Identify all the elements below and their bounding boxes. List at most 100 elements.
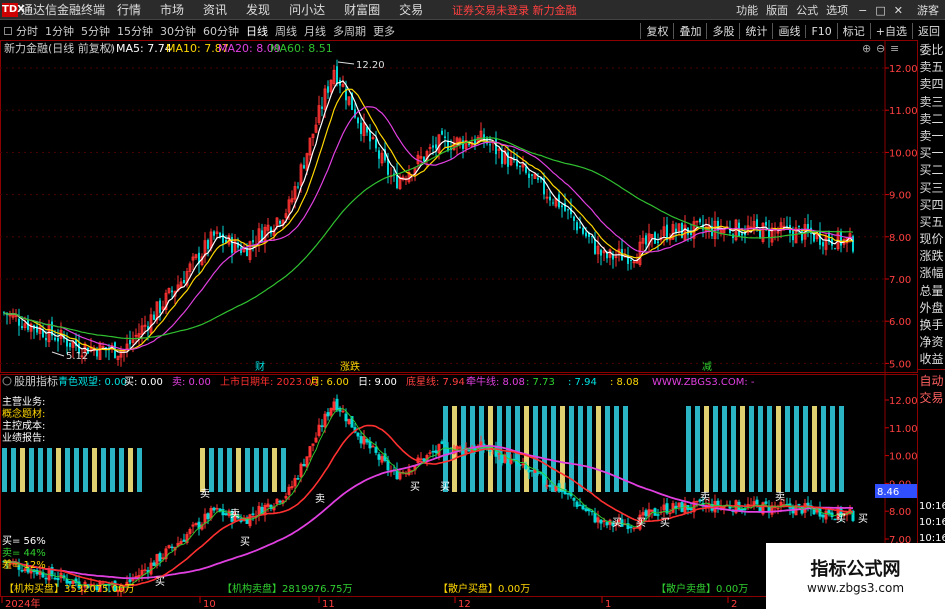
sidebar-item[interactable]: 涨幅 (918, 265, 945, 282)
ind-candle-body (248, 514, 252, 527)
ind-candle-body (206, 513, 210, 520)
candle-body (579, 226, 581, 229)
sidebar-item[interactable]: 卖三 (918, 94, 945, 111)
histogram-bar (74, 448, 79, 492)
candle-body (222, 233, 224, 243)
histogram-bar (227, 448, 232, 492)
candle-body (606, 253, 608, 259)
ind-candle-body (518, 464, 522, 467)
ind-candle-body (581, 505, 585, 510)
quote-sidebar: 委比 卖五 卖四 卖三 卖二 卖一 买一 买二 买三 买四 买五 现价 涨跌 涨幅 总量 外盘 换手 净资 收益自动… (918, 42, 945, 407)
y-tick-label: 9.00 (889, 191, 911, 202)
ind-candle-body (683, 503, 687, 514)
ind-candle-body (221, 509, 225, 516)
ind-candle-body (65, 578, 69, 584)
ind-candle-body (560, 490, 564, 493)
sidebar-item[interactable]: 委比 (918, 42, 945, 59)
candle-body (630, 260, 632, 262)
order-flow-label: 【机构卖盘】2819976.75万 (222, 582, 352, 595)
ind-candle-body (521, 463, 525, 466)
sidebar-item[interactable]: 收益 (918, 351, 945, 368)
date-label: 11 (322, 599, 335, 609)
sidebar-item[interactable]: 卖四 (918, 76, 945, 93)
sidebar-item[interactable]: 买一 (918, 145, 945, 162)
candle-body (54, 337, 56, 341)
histogram-bar (605, 406, 610, 492)
ind-candle-body (332, 401, 336, 411)
candle-body (279, 220, 281, 224)
ind-candle-body (764, 501, 768, 504)
histogram-bar (29, 448, 34, 492)
histogram-bar (245, 448, 250, 492)
histogram-bar (20, 448, 25, 492)
sidebar-item[interactable]: 买二 (918, 162, 945, 179)
candle-body (252, 240, 254, 243)
candle-body (435, 144, 437, 149)
histogram-bar (803, 406, 808, 492)
candle-body (786, 225, 788, 227)
ind-candle-body (278, 500, 282, 503)
histogram-bar (119, 448, 124, 492)
ind-candle-body (320, 425, 324, 427)
indicator-field: 青色观望: 0.00 (58, 375, 127, 388)
kline-header: 新力金融(日线 前复权) (4, 41, 115, 55)
ind-candle-body (296, 478, 300, 480)
y-tick-label: 10.00 (889, 148, 918, 159)
candle-body (567, 209, 569, 211)
ind-candle-body (527, 469, 531, 473)
order-flow-label: 【机构买盘】3532075.00万 (4, 582, 134, 595)
ind-candle-body (500, 454, 504, 464)
candle-body (45, 337, 47, 341)
zoom-in-icon: ⊕ (862, 42, 871, 55)
sidebar-item[interactable]: 买四 (918, 197, 945, 214)
ind-candle-body (437, 444, 441, 456)
buy-tag: 买 (240, 536, 250, 548)
event-marker: 涨跌 (340, 360, 360, 373)
candle-body (231, 237, 233, 253)
ind-candle-body (158, 553, 162, 562)
histogram-bar (704, 406, 709, 492)
sidebar-item[interactable]: 卖一 (918, 128, 945, 145)
sell-tag: 卖 (775, 491, 785, 503)
sidebar-item[interactable]: 涨跌 (918, 248, 945, 265)
sidebar-item[interactable]: 总量 (918, 283, 945, 300)
candle-body (444, 136, 446, 138)
ind-candle-body (290, 486, 294, 489)
ma10-line (3, 88, 854, 352)
ind-candle-body (302, 464, 306, 467)
y-tick-label: 12.00 (889, 64, 918, 75)
ind-candle-body (380, 456, 384, 463)
ind-candle-body (605, 521, 609, 526)
candle-body (501, 150, 503, 164)
sidebar-item[interactable]: 净资 (918, 334, 945, 351)
histogram-bar (785, 406, 790, 492)
buy-tag: 买 (836, 513, 846, 525)
ind-candle-body (548, 484, 552, 488)
histogram-bar (587, 406, 592, 492)
ind-candle-body (536, 472, 540, 474)
ind-candle-body (428, 452, 432, 454)
sidebar-item[interactable]: 卖二 (918, 111, 945, 128)
sidebar-trade-item[interactable]: 自动 (918, 373, 945, 390)
ind-candle-body (596, 517, 600, 523)
candle-body (594, 239, 596, 254)
sidebar-item[interactable]: 现价 (918, 231, 945, 248)
chart-canvas[interactable]: 12.00 11.00 10.00 9.00 8.00 7.00 6.00 5.00 新力金融(… (0, 0, 945, 609)
sidebar-item[interactable]: 买五 (918, 214, 945, 231)
sidebar-item[interactable]: 买三 (918, 180, 945, 197)
candle-body (822, 242, 824, 247)
sidebar-item[interactable]: 外盘 (918, 300, 945, 317)
sell-tag: 卖 (230, 508, 240, 520)
histogram-bar (812, 406, 817, 492)
histogram-bar (281, 448, 286, 492)
sidebar-item[interactable]: 换手 (918, 317, 945, 334)
histogram-bar (92, 448, 97, 492)
kline-frame (0, 40, 918, 373)
sidebar-trade-item[interactable]: 交易 (918, 390, 945, 407)
histogram-bar (551, 406, 556, 492)
ind-candle-body (149, 562, 153, 575)
sidebar-item[interactable]: 卖五 (918, 59, 945, 76)
candle-body (207, 239, 209, 249)
candle-body (528, 173, 530, 178)
ind-candle-body (650, 509, 654, 512)
